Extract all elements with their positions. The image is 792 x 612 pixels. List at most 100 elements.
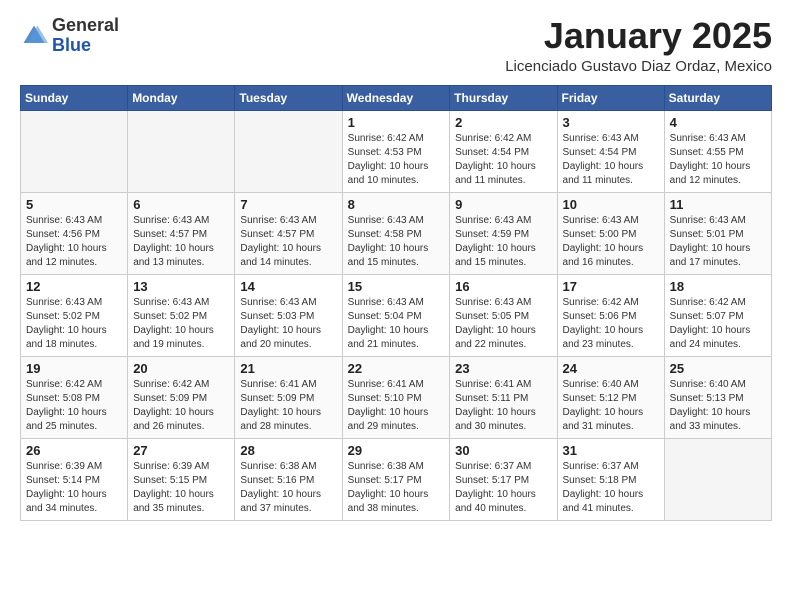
day-number: 6 — [133, 197, 229, 212]
calendar-cell: 16Sunrise: 6:43 AM Sunset: 5:05 PM Dayli… — [450, 274, 557, 356]
location-title: Licenciado Gustavo Diaz Ordaz, Mexico — [505, 58, 772, 75]
weekday-header-wednesday: Wednesday — [342, 85, 450, 110]
day-number: 27 — [133, 443, 229, 458]
calendar-cell: 26Sunrise: 6:39 AM Sunset: 5:14 PM Dayli… — [21, 438, 128, 520]
month-title: January 2025 — [505, 16, 772, 56]
calendar-cell: 30 Sunrise: 6:37 AM Sunset: 5:17 PM Dayli… — [450, 438, 557, 520]
day-number: 24 — [563, 361, 659, 376]
week-row-2: 5 Sunrise: 6:43 AM Sunset: 4:56 PM Daylig… — [21, 192, 772, 274]
logo-icon — [20, 22, 48, 50]
calendar-cell: 13 Sunrise: 6:43 AM Sunset: 5:02 PM Dayli… — [128, 274, 235, 356]
day-info: Sunrise: 6:42 AM Sunset: 5:09 PM Dayligh… — [133, 378, 229, 434]
day-number: 7 — [240, 197, 336, 212]
calendar-body: 1 Sunrise: 6:42 AM Sunset: 4:53 PM Daylig… — [21, 110, 772, 520]
day-number: 13 — [133, 279, 229, 294]
day-number: 12 — [26, 279, 122, 294]
day-info: Sunrise: 6:40 AM Sunset: 5:13 PM Dayligh… — [670, 378, 766, 434]
weekday-header-monday: Monday — [128, 85, 235, 110]
calendar-cell: 2 Sunrise: 6:42 AM Sunset: 4:54 PM Daylig… — [450, 110, 557, 192]
calendar-cell: 4 Sunrise: 6:43 AM Sunset: 4:55 PM Daylig… — [664, 110, 771, 192]
weekday-header-saturday: Saturday — [664, 85, 771, 110]
weekday-header-sunday: Sunday — [21, 85, 128, 110]
day-number: 15 — [348, 279, 445, 294]
calendar-cell: 15 Sunrise: 6:43 AM Sunset: 5:04 PM Dayli… — [342, 274, 450, 356]
week-row-3: 12 Sunrise: 6:43 AM Sunset: 5:02 PM Dayli… — [21, 274, 772, 356]
calendar-cell: 25 Sunrise: 6:40 AM Sunset: 5:13 PM Dayli… — [664, 356, 771, 438]
day-info: Sunrise: 6:37 AM Sunset: 5:18 PM Dayligh… — [563, 460, 659, 516]
day-info: Sunrise: 6:42 AM Sunset: 4:53 PM Dayligh… — [348, 132, 445, 188]
week-row-4: 19Sunrise: 6:42 AM Sunset: 5:08 PM Dayli… — [21, 356, 772, 438]
day-number: 4 — [670, 115, 766, 130]
calendar-cell — [128, 110, 235, 192]
calendar-cell: 20Sunrise: 6:42 AM Sunset: 5:09 PM Dayli… — [128, 356, 235, 438]
calendar-cell: 17 Sunrise: 6:42 AM Sunset: 5:06 PM Dayli… — [557, 274, 664, 356]
calendar-cell: 23Sunrise: 6:41 AM Sunset: 5:11 PM Dayli… — [450, 356, 557, 438]
day-info: Sunrise: 6:43 AM Sunset: 5:01 PM Dayligh… — [670, 214, 766, 270]
calendar-cell: 27 Sunrise: 6:39 AM Sunset: 5:15 PM Dayli… — [128, 438, 235, 520]
calendar-cell: 8 Sunrise: 6:43 AM Sunset: 4:58 PM Daylig… — [342, 192, 450, 274]
day-number: 21 — [240, 361, 336, 376]
calendar-header: SundayMondayTuesdayWednesdayThursdayFrid… — [21, 85, 772, 110]
calendar-cell: 18Sunrise: 6:42 AM Sunset: 5:07 PM Dayli… — [664, 274, 771, 356]
day-info: Sunrise: 6:43 AM Sunset: 4:59 PM Dayligh… — [455, 214, 551, 270]
day-info: Sunrise: 6:43 AM Sunset: 5:02 PM Dayligh… — [133, 296, 229, 352]
day-info: Sunrise: 6:43 AM Sunset: 5:02 PM Dayligh… — [26, 296, 122, 352]
day-info: Sunrise: 6:43 AM Sunset: 5:04 PM Dayligh… — [348, 296, 445, 352]
calendar-cell: 24 Sunrise: 6:40 AM Sunset: 5:12 PM Dayli… — [557, 356, 664, 438]
calendar-cell: 6 Sunrise: 6:43 AM Sunset: 4:57 PM Daylig… — [128, 192, 235, 274]
calendar-cell: 21Sunrise: 6:41 AM Sunset: 5:09 PM Dayli… — [235, 356, 342, 438]
day-number: 5 — [26, 197, 122, 212]
day-number: 16 — [455, 279, 551, 294]
page-header: General Blue January 2025 Licenciado Gus… — [20, 16, 772, 75]
day-number: 2 — [455, 115, 551, 130]
day-info: Sunrise: 6:40 AM Sunset: 5:12 PM Dayligh… — [563, 378, 659, 434]
weekday-header-friday: Friday — [557, 85, 664, 110]
day-info: Sunrise: 6:42 AM Sunset: 5:07 PM Dayligh… — [670, 296, 766, 352]
day-number: 30 — [455, 443, 551, 458]
day-number: 1 — [348, 115, 445, 130]
day-number: 28 — [240, 443, 336, 458]
day-info: Sunrise: 6:42 AM Sunset: 5:06 PM Dayligh… — [563, 296, 659, 352]
day-info: Sunrise: 6:43 AM Sunset: 5:00 PM Dayligh… — [563, 214, 659, 270]
day-number: 3 — [563, 115, 659, 130]
calendar-cell: 28 Sunrise: 6:38 AM Sunset: 5:16 PM Dayli… — [235, 438, 342, 520]
day-info: Sunrise: 6:43 AM Sunset: 4:56 PM Dayligh… — [26, 214, 122, 270]
day-info: Sunrise: 6:41 AM Sunset: 5:10 PM Dayligh… — [348, 378, 445, 434]
weekday-header-thursday: Thursday — [450, 85, 557, 110]
logo-general-text: General — [52, 15, 119, 35]
calendar-cell: 9 Sunrise: 6:43 AM Sunset: 4:59 PM Daylig… — [450, 192, 557, 274]
calendar-cell: 5 Sunrise: 6:43 AM Sunset: 4:56 PM Daylig… — [21, 192, 128, 274]
day-info: Sunrise: 6:43 AM Sunset: 4:57 PM Dayligh… — [133, 214, 229, 270]
title-block: January 2025 Licenciado Gustavo Diaz Ord… — [505, 16, 772, 75]
day-number: 17 — [563, 279, 659, 294]
day-info: Sunrise: 6:43 AM Sunset: 4:58 PM Dayligh… — [348, 214, 445, 270]
calendar-table: SundayMondayTuesdayWednesdayThursdayFrid… — [20, 85, 772, 521]
day-info: Sunrise: 6:38 AM Sunset: 5:17 PM Dayligh… — [348, 460, 445, 516]
weekday-header-row: SundayMondayTuesdayWednesdayThursdayFrid… — [21, 85, 772, 110]
day-number: 14 — [240, 279, 336, 294]
day-info: Sunrise: 6:43 AM Sunset: 4:55 PM Dayligh… — [670, 132, 766, 188]
day-info: Sunrise: 6:43 AM Sunset: 4:57 PM Dayligh… — [240, 214, 336, 270]
day-number: 8 — [348, 197, 445, 212]
day-info: Sunrise: 6:38 AM Sunset: 5:16 PM Dayligh… — [240, 460, 336, 516]
calendar-cell: 22 Sunrise: 6:41 AM Sunset: 5:10 PM Dayli… — [342, 356, 450, 438]
day-info: Sunrise: 6:43 AM Sunset: 5:03 PM Dayligh… — [240, 296, 336, 352]
calendar-cell — [235, 110, 342, 192]
day-number: 29 — [348, 443, 445, 458]
calendar-cell — [21, 110, 128, 192]
day-number: 19 — [26, 361, 122, 376]
day-number: 31 — [563, 443, 659, 458]
day-number: 9 — [455, 197, 551, 212]
calendar-cell: 7 Sunrise: 6:43 AM Sunset: 4:57 PM Daylig… — [235, 192, 342, 274]
day-info: Sunrise: 6:37 AM Sunset: 5:17 PM Dayligh… — [455, 460, 551, 516]
calendar-cell: 14 Sunrise: 6:43 AM Sunset: 5:03 PM Dayli… — [235, 274, 342, 356]
weekday-header-tuesday: Tuesday — [235, 85, 342, 110]
day-number: 10 — [563, 197, 659, 212]
calendar-cell: 1 Sunrise: 6:42 AM Sunset: 4:53 PM Daylig… — [342, 110, 450, 192]
day-info: Sunrise: 6:39 AM Sunset: 5:15 PM Dayligh… — [133, 460, 229, 516]
day-number: 11 — [670, 197, 766, 212]
day-number: 22 — [348, 361, 445, 376]
day-info: Sunrise: 6:42 AM Sunset: 4:54 PM Dayligh… — [455, 132, 551, 188]
calendar-cell — [664, 438, 771, 520]
day-number: 25 — [670, 361, 766, 376]
